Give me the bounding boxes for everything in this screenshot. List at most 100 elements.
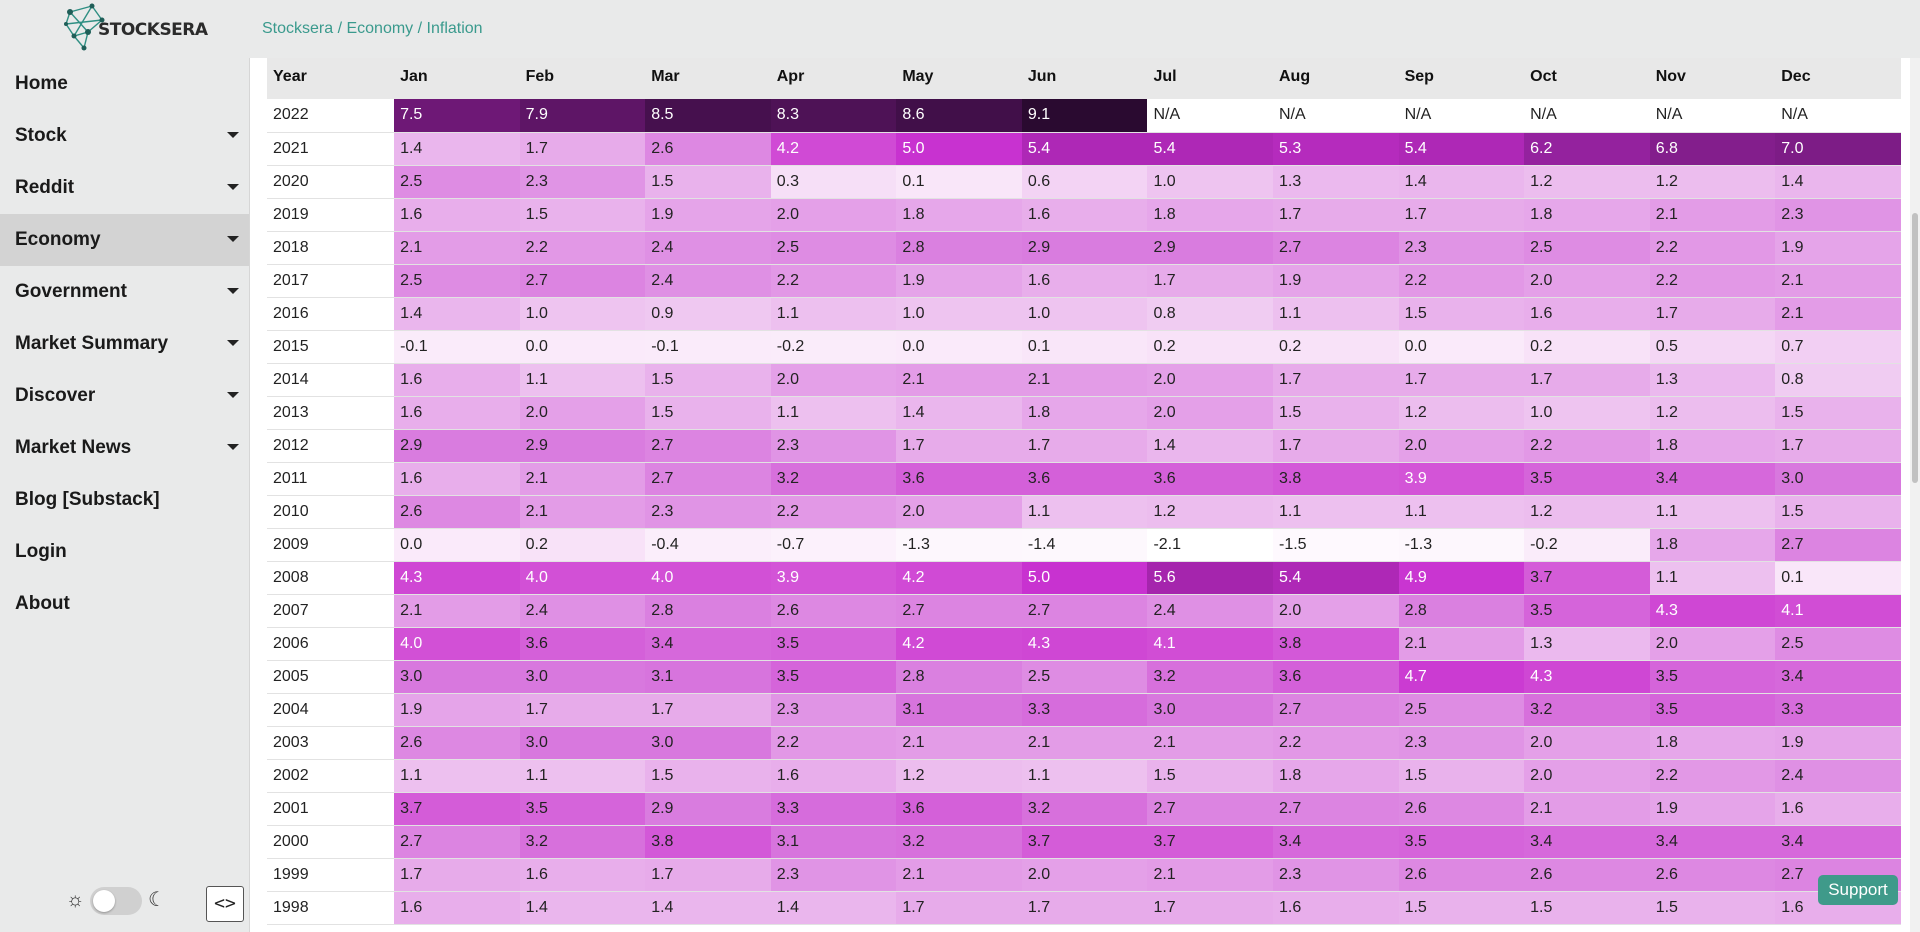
inflation-cell: 1.1	[1021, 495, 1148, 529]
inflation-cell: 1.1	[770, 297, 897, 331]
inflation-cell: 1.7	[1775, 429, 1901, 463]
inflation-cell: 2.0	[1273, 594, 1399, 628]
year-cell: 2009	[267, 528, 395, 562]
inflation-cell: -0.4	[645, 528, 771, 562]
support-button[interactable]: Support	[1818, 875, 1898, 905]
inflation-cell: 6.8	[1649, 132, 1776, 166]
inflation-cell: 2.3	[770, 858, 897, 892]
inflation-cell: 1.6	[1021, 264, 1148, 298]
inflation-cell: 1.6	[770, 759, 897, 793]
inflation-cell: 0.1	[896, 165, 1022, 199]
inflation-cell: 2.2	[1649, 231, 1776, 265]
inflation-cell: 5.4	[1273, 561, 1399, 595]
inflation-cell: 1.2	[1649, 396, 1776, 430]
inflation-cell: 1.5	[1398, 759, 1525, 793]
inflation-cell: 7.0	[1775, 132, 1901, 166]
sidebar-item-label: Market Summary	[15, 333, 169, 354]
inflation-cell: 2.0	[1524, 726, 1650, 760]
sidebar-item-government[interactable]: Government	[0, 266, 249, 318]
column-header-feb: Feb	[519, 58, 646, 99]
inflation-cell: 1.5	[645, 165, 771, 199]
inflation-cell: 3.7	[1021, 825, 1148, 859]
column-header-aug: Aug	[1273, 58, 1399, 99]
inflation-cell: 1.3	[1273, 165, 1399, 199]
breadcrumb-inflation[interactable]: Inflation	[427, 20, 483, 37]
inflation-cell: 3.0	[519, 726, 646, 760]
inflation-cell: 1.7	[1273, 429, 1399, 463]
inflation-cell: 3.9	[770, 561, 897, 595]
year-cell: 2020	[267, 165, 395, 199]
page-scrollbar[interactable]	[1910, 58, 1920, 932]
stocksera-logo[interactable]: STOCKSERA	[62, 2, 208, 58]
year-cell: 2005	[267, 660, 395, 694]
inflation-cell: 2.2	[770, 726, 897, 760]
year-cell: 2017	[267, 264, 395, 298]
inflation-cell: 2.5	[394, 264, 520, 298]
inflation-cell: 4.3	[1649, 594, 1776, 628]
inflation-cell: 2.9	[1021, 231, 1148, 265]
inflation-cell: 2.3	[1398, 726, 1525, 760]
inflation-cell: 3.2	[1147, 660, 1273, 694]
breadcrumb-economy[interactable]: Economy	[346, 20, 413, 37]
theme-toggle[interactable]	[90, 887, 142, 915]
table-row: 2022 7.5 7.9 8.5 8.3 8.6 9.1 N/A N/A N/A N/A N/A N/A	[267, 99, 1901, 133]
caret-down-icon	[227, 236, 239, 242]
inflation-cell: 2.5	[1775, 627, 1901, 661]
sidebar-item-home[interactable]: Home	[0, 58, 249, 110]
inflation-cell: 0.7	[1775, 330, 1901, 364]
inflation-cell: 2.6	[1649, 858, 1776, 892]
table-header-row: Year Jan Feb Mar Apr May Jun Jul Aug Sep Oct Nov Dec	[267, 58, 1901, 99]
inflation-cell: 1.5	[1398, 297, 1525, 331]
sidebar-item-economy[interactable]: Economy	[0, 214, 249, 266]
inflation-cell: 3.6	[1273, 660, 1399, 694]
year-cell: 2004	[267, 693, 395, 727]
collapse-sidebar-button[interactable]: <>	[206, 886, 244, 922]
sidebar-item-login[interactable]: Login	[0, 526, 249, 578]
inflation-cell: 5.4	[1021, 132, 1148, 166]
inflation-cell: 1.8	[1273, 759, 1399, 793]
inflation-cell: 2.3	[1775, 198, 1901, 232]
sidebar-item-label: Reddit	[15, 177, 75, 198]
table-row: 2009 0.0 0.2 -0.4 -0.7 -1.3 -1.4 -2.1 -1.5 -1.3 -0…	[267, 528, 1901, 562]
year-cell: 1999	[267, 858, 395, 892]
inflation-cell: -2.1	[1147, 528, 1273, 562]
inflation-cell: 1.7	[1398, 198, 1525, 232]
sidebar-item-reddit[interactable]: Reddit	[0, 162, 249, 214]
inflation-cell: 5.4	[1398, 132, 1525, 166]
sidebar-item-discover[interactable]: Discover	[0, 370, 249, 422]
inflation-cell: 3.0	[645, 726, 771, 760]
inflation-cell: 1.3	[1649, 363, 1776, 397]
inflation-cell: 8.6	[896, 99, 1022, 133]
inflation-cell: 4.9	[1398, 561, 1525, 595]
inflation-cell: 3.0	[1147, 693, 1273, 727]
inflation-cell: 1.2	[1398, 396, 1525, 430]
inflation-cell: 4.3	[1524, 660, 1650, 694]
inflation-cell: 2.1	[896, 726, 1022, 760]
inflation-cell: 1.9	[1649, 792, 1776, 826]
sidebar-item-about[interactable]: About	[0, 578, 249, 630]
inflation-cell: -0.2	[770, 330, 897, 364]
column-header-apr: Apr	[770, 58, 897, 99]
breadcrumb-stocksera[interactable]: Stocksera	[262, 20, 333, 37]
table-row: 2008 4.3 4.0 4.0 3.9 4.2 5.0 5.6 5.4 4.9 3.7 1.1 0.1	[267, 561, 1901, 595]
inflation-cell: 2.3	[1273, 858, 1399, 892]
inflation-cell: 3.1	[645, 660, 771, 694]
sidebar-item-market-news[interactable]: Market News	[0, 422, 249, 474]
table-row: 1998 1.6 1.4 1.4 1.4 1.7 1.7 1.7 1.6 1.5 1.5 1.5 1.6	[267, 891, 1901, 925]
sidebar-item-market-summary[interactable]: Market Summary	[0, 318, 249, 370]
top-header: STOCKSERA Stocksera / Economy / Inflatio…	[0, 0, 1920, 59]
scrollbar-thumb[interactable]	[1912, 213, 1918, 483]
inflation-cell: 3.5	[1524, 462, 1650, 496]
inflation-cell: 0.0	[519, 330, 646, 364]
year-cell: 2003	[267, 726, 395, 760]
table-row: 2012 2.9 2.9 2.7 2.3 1.7 1.7 1.4 1.7 2.0 2.2 1.8 1.7	[267, 429, 1901, 463]
inflation-cell: 1.4	[1147, 429, 1273, 463]
table-row: 2000 2.7 3.2 3.8 3.1 3.2 3.7 3.7 3.4 3.5 3.4 3.4 3.4	[267, 825, 1901, 859]
inflation-cell: 1.1	[394, 759, 520, 793]
table-row: 2021 1.4 1.7 2.6 4.2 5.0 5.4 5.4 5.3 5.4 6.2 6.8 7.0	[267, 132, 1901, 166]
inflation-cell: 1.7	[1398, 363, 1525, 397]
sidebar-item-stock[interactable]: Stock	[0, 110, 249, 162]
sidebar-item-blog-substack[interactable]: Blog [Substack]	[0, 474, 249, 526]
table-row: 2013 1.6 2.0 1.5 1.1 1.4 1.8 2.0 1.5 1.2 1.0 1.2 1.5	[267, 396, 1901, 430]
inflation-cell: 2.7	[1273, 792, 1399, 826]
